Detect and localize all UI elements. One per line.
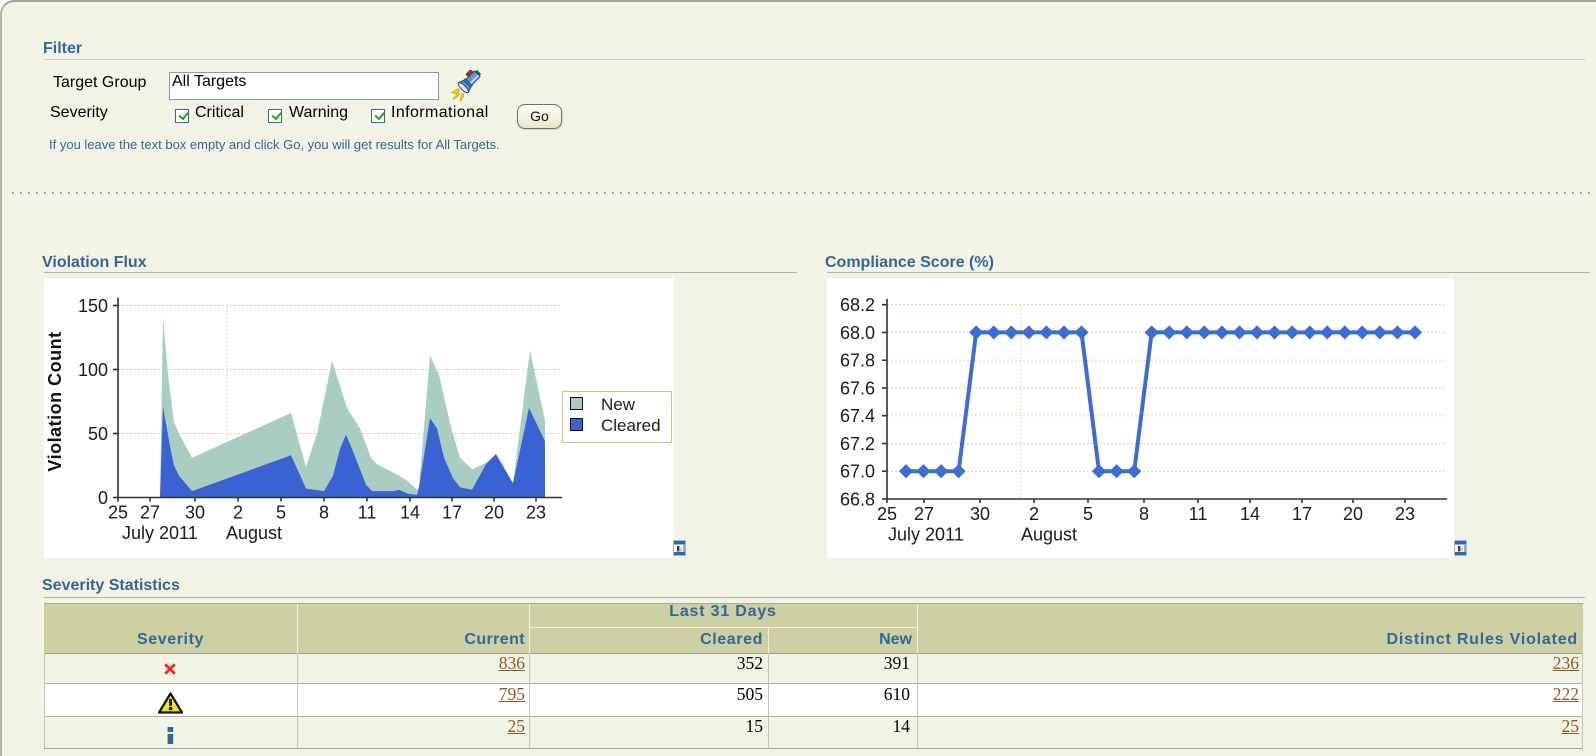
svg-text:20: 20 (1343, 504, 1363, 524)
svg-text:July 2011: July 2011 (122, 523, 198, 543)
svg-text:68.0: 68.0 (840, 323, 875, 343)
svg-text:August: August (1021, 525, 1077, 545)
svg-text:2: 2 (233, 503, 243, 523)
svg-text:8: 8 (319, 503, 329, 523)
svg-text:67.6: 67.6 (840, 379, 875, 399)
svg-text:27: 27 (914, 504, 934, 524)
svg-text:August: August (226, 523, 282, 543)
svg-text:67.2: 67.2 (840, 434, 875, 454)
svg-text:11: 11 (358, 503, 377, 523)
svg-text:11: 11 (1189, 504, 1208, 524)
svg-text:14: 14 (1240, 504, 1260, 524)
svg-text:30: 30 (970, 504, 990, 524)
svg-text:23: 23 (526, 503, 546, 523)
svg-text:20: 20 (484, 503, 504, 523)
svg-text:27: 27 (140, 503, 160, 523)
svg-text:5: 5 (1083, 504, 1093, 524)
svg-text:23: 23 (1395, 504, 1415, 524)
svg-text:25: 25 (108, 503, 128, 523)
svg-text:30: 30 (185, 503, 205, 523)
svg-text:14: 14 (400, 503, 420, 523)
svg-text:50: 50 (88, 424, 108, 444)
svg-text:17: 17 (1292, 504, 1312, 524)
svg-text:8: 8 (1139, 504, 1149, 524)
svg-text:150: 150 (78, 296, 108, 316)
svg-text:July 2011: July 2011 (888, 525, 964, 545)
svg-text:Violation Count: Violation Count (45, 331, 65, 471)
svg-text:2: 2 (1029, 504, 1039, 524)
svg-text:0: 0 (98, 488, 108, 508)
svg-text:67.4: 67.4 (840, 406, 875, 426)
svg-text:17: 17 (442, 503, 462, 523)
svg-text:25: 25 (877, 504, 897, 524)
svg-text:100: 100 (78, 360, 108, 380)
svg-text:5: 5 (276, 503, 286, 523)
svg-text:67.8: 67.8 (840, 351, 875, 371)
svg-text:68.2: 68.2 (840, 295, 875, 315)
svg-text:67.0: 67.0 (840, 462, 875, 482)
svg-text:66.8: 66.8 (840, 490, 875, 510)
